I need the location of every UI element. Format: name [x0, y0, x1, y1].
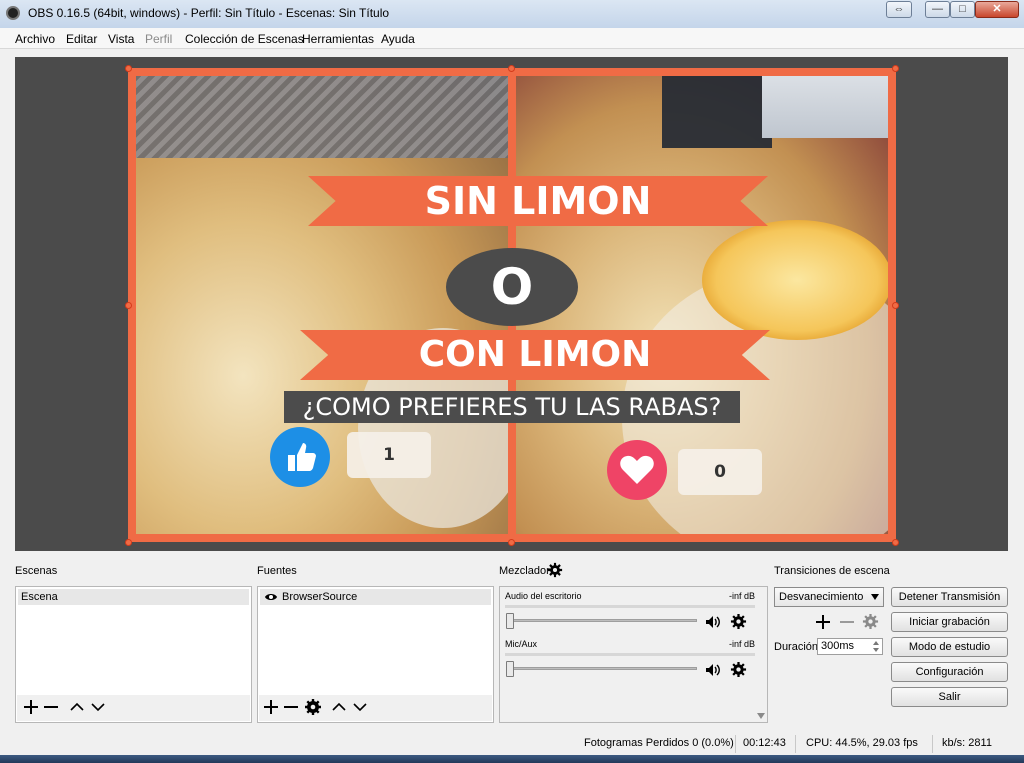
stop-streaming-button[interactable]: Detener Transmisión	[891, 587, 1008, 607]
transition-select-value: Desvanecimiento	[779, 591, 864, 603]
transform-handle[interactable]	[508, 65, 515, 72]
add-transition-icon[interactable]	[814, 613, 832, 631]
remove-icon[interactable]	[42, 698, 60, 716]
channel-level: -inf dB	[728, 639, 755, 649]
transitions-label: Transiciones de escena	[774, 565, 890, 577]
remove-transition-icon[interactable]	[838, 613, 856, 631]
sources-toolbar	[259, 695, 492, 721]
sources-label: Fuentes	[257, 565, 297, 577]
studio-mode-button[interactable]: Modo de estudio	[891, 637, 1008, 657]
maximize-button[interactable]: □	[950, 1, 975, 18]
menu-perfil[interactable]: Perfil	[145, 32, 172, 46]
sources-list[interactable]: BrowserSource	[257, 586, 494, 723]
scenes-list[interactable]: Escena	[15, 586, 252, 723]
gear-icon[interactable]	[730, 613, 747, 630]
scenes-toolbar	[17, 695, 250, 721]
duration-value: 300ms	[821, 640, 855, 652]
status-separator	[795, 735, 796, 753]
move-down-icon[interactable]	[89, 698, 107, 716]
status-separator	[932, 735, 933, 753]
volume-slider-handle[interactable]	[506, 661, 514, 677]
add-icon[interactable]	[262, 698, 280, 716]
volume-slider[interactable]	[509, 667, 697, 670]
status-separator	[735, 735, 736, 753]
close-button[interactable]: ✕	[975, 1, 1019, 18]
transform-handle[interactable]	[892, 302, 899, 309]
scroll-down-icon[interactable]	[757, 713, 765, 719]
duration-label: Duración	[774, 641, 819, 653]
cpu-usage: CPU: 44.5%, 29.03 fps	[806, 737, 918, 749]
mixer-scrollbar[interactable]	[756, 588, 766, 721]
like-counter: 1	[347, 432, 431, 478]
menu-herramientas[interactable]: Herramientas	[302, 32, 374, 46]
stream-time: 00:12:43	[743, 737, 786, 749]
volume-slider[interactable]	[509, 619, 697, 622]
source-item[interactable]: BrowserSource	[260, 589, 491, 605]
chevron-down-icon	[871, 594, 879, 600]
transform-handle[interactable]	[125, 65, 132, 72]
transform-handle[interactable]	[892, 539, 899, 546]
duration-spinbox[interactable]: 300ms	[817, 638, 883, 655]
dropped-frames: Fotogramas Perdidos 0 (0.0%)	[584, 737, 734, 749]
transition-gear-icon[interactable]	[862, 613, 879, 630]
mixer-label: Mezclador	[499, 565, 550, 577]
windows-taskbar	[0, 755, 1024, 763]
menu-coleccion-escenas[interactable]: Colección de Escenas	[185, 32, 304, 46]
gear-icon[interactable]	[730, 661, 747, 678]
menu-bar: Archivo Editar Vista Perfil Colección de…	[0, 28, 1024, 49]
title-bar: OBS 0.16.5 (64bit, windows) - Perfil: Si…	[0, 0, 1024, 28]
gear-icon[interactable]	[304, 698, 322, 716]
audio-mixer: Audio del escritorio -inf dB Mic/Aux -in…	[499, 586, 768, 723]
thumbs-up-icon	[270, 427, 330, 487]
menu-archivo[interactable]: Archivo	[15, 32, 55, 46]
transform-handle[interactable]	[892, 65, 899, 72]
or-badge: O	[446, 248, 578, 326]
scenes-label: Escenas	[15, 565, 58, 577]
speaker-icon[interactable]	[705, 663, 721, 677]
scene-item[interactable]: Escena	[18, 589, 249, 605]
move-up-icon[interactable]	[330, 698, 348, 716]
settings-button[interactable]: Configuración	[891, 662, 1008, 682]
volume-meter	[505, 605, 755, 608]
question-banner: ¿COMO PREFIERES TU LAS RABAS?	[284, 391, 740, 423]
menu-vista[interactable]: Vista	[108, 32, 134, 46]
browser-source-canvas[interactable]: SIN LIMON O CON LIMON ¿COMO PREFIERES TU…	[128, 68, 896, 542]
volume-meter	[505, 653, 755, 656]
heart-icon	[607, 440, 667, 500]
transform-handle[interactable]	[125, 539, 132, 546]
status-bar: Fotogramas Perdidos 0 (0.0%) 00:12:43 CP…	[0, 733, 1024, 755]
transform-handle[interactable]	[125, 302, 132, 309]
source-item-label: BrowserSource	[282, 591, 358, 603]
add-icon[interactable]	[22, 698, 40, 716]
menu-ayuda[interactable]: Ayuda	[381, 32, 415, 46]
channel-name: Audio del escritorio	[505, 591, 582, 601]
menu-editar[interactable]: Editar	[66, 32, 97, 46]
move-down-icon[interactable]	[351, 698, 369, 716]
obs-logo-icon	[6, 6, 20, 20]
window-title: OBS 0.16.5 (64bit, windows) - Perfil: Si…	[28, 6, 390, 20]
ribbon-con-limon: CON LIMON	[300, 330, 770, 380]
mixer-channel-desktop: Audio del escritorio -inf dB	[503, 591, 755, 635]
mixer-channel-mic: Mic/Aux -inf dB	[503, 639, 755, 683]
channel-level: -inf dB	[728, 591, 755, 601]
eye-icon[interactable]	[264, 592, 278, 602]
speaker-icon[interactable]	[705, 615, 721, 629]
exit-button[interactable]: Salir	[891, 687, 1008, 707]
transition-select[interactable]: Desvanecimiento	[774, 587, 884, 607]
resize-button[interactable]: ⇔	[886, 1, 912, 18]
love-counter: 0	[678, 449, 762, 495]
channel-name: Mic/Aux	[505, 639, 538, 649]
mixer-settings-gear-icon[interactable]	[547, 562, 563, 578]
ribbon-sin-limon: SIN LIMON	[308, 176, 768, 226]
spin-arrows-icon[interactable]	[872, 640, 880, 653]
move-up-icon[interactable]	[68, 698, 86, 716]
start-recording-button[interactable]: Iniciar grabación	[891, 612, 1008, 632]
bitrate: kb/s: 2811	[942, 737, 992, 749]
transform-handle[interactable]	[508, 539, 515, 546]
remove-icon[interactable]	[282, 698, 300, 716]
volume-slider-handle[interactable]	[506, 613, 514, 629]
minimize-button[interactable]: —	[925, 1, 950, 18]
